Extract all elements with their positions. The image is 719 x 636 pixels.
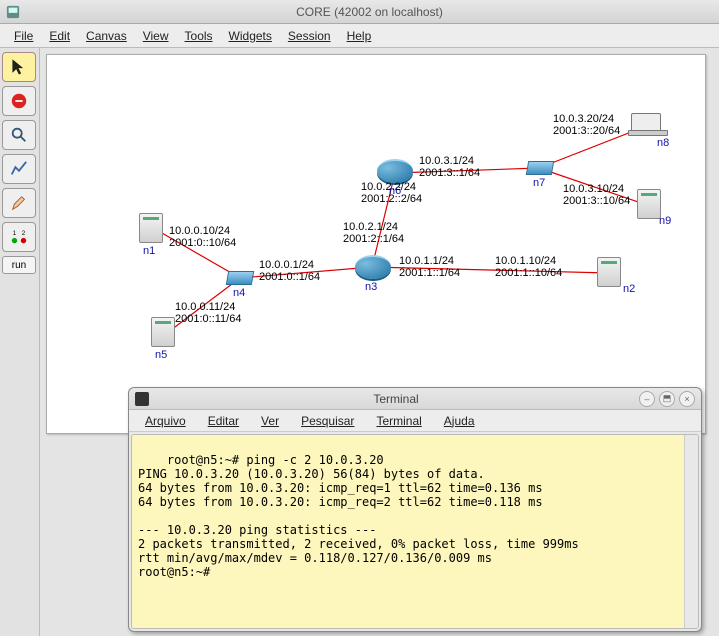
node-n9-label: n9: [659, 215, 671, 227]
node-n4-label: n4: [233, 287, 245, 299]
node-n2-label: n2: [623, 283, 635, 295]
menu-file[interactable]: File: [6, 26, 41, 46]
term-menu-terminal[interactable]: Terminal: [366, 412, 431, 430]
terminal-scrollbar[interactable]: [684, 435, 698, 628]
run-button[interactable]: run: [2, 256, 36, 274]
svg-text:2: 2: [22, 230, 26, 237]
terminal-menubar: Arquivo Editar Ver Pesquisar Terminal Aj…: [129, 410, 701, 432]
node-n8[interactable]: [631, 113, 661, 133]
plot-button[interactable]: [2, 154, 36, 184]
observer-button[interactable]: [2, 120, 36, 150]
terminal-titlebar[interactable]: Terminal – ⬒ ×: [129, 388, 701, 410]
node-n9[interactable]: [637, 189, 661, 219]
svg-text:1: 1: [13, 230, 17, 237]
two-node-button[interactable]: 1 2: [2, 222, 36, 252]
menu-session[interactable]: Session: [280, 26, 339, 46]
term-menu-ver[interactable]: Ver: [251, 412, 289, 430]
terminal-body[interactable]: root@n5:~# ping -c 2 10.0.3.20 PING 10.0…: [131, 434, 699, 629]
pencil-icon: [10, 194, 28, 212]
addr-n4-eth0: 10.0.0.1/24 2001:0::1/64: [259, 259, 320, 283]
select-tool-button[interactable]: [2, 52, 36, 82]
node-n1-label: n1: [143, 245, 155, 257]
node-n6[interactable]: [377, 159, 413, 183]
left-toolbar: 1 2 run: [0, 48, 40, 636]
term-menu-ajuda[interactable]: Ajuda: [434, 412, 485, 430]
node-n8-label: n8: [657, 137, 669, 149]
term-menu-editar[interactable]: Editar: [198, 412, 249, 430]
node-n1[interactable]: [139, 213, 163, 243]
addr-n5: 10.0.0.11/24 2001:0::11/64: [175, 301, 241, 325]
addr-n2: 10.0.1.10/24 2001:1::10/64: [495, 255, 562, 279]
minimize-button[interactable]: –: [639, 391, 655, 407]
node-n3[interactable]: [355, 255, 391, 279]
addr-n6-eth0: 10.0.3.1/24 2001:3::1/64: [419, 155, 480, 179]
maximize-button[interactable]: ⬒: [659, 391, 675, 407]
node-n7[interactable]: [526, 161, 554, 175]
menu-widgets[interactable]: Widgets: [221, 26, 280, 46]
addr-n3-eth0: 10.0.1.1/24 2001:1::1/64: [399, 255, 460, 279]
terminal-content: root@n5:~# ping -c 2 10.0.3.20 PING 10.0…: [138, 453, 579, 579]
plot-icon: [10, 160, 28, 178]
node-n3-label: n3: [365, 281, 377, 293]
terminal-icon: [135, 392, 149, 406]
window-title: CORE (42002 on localhost): [26, 5, 713, 19]
terminal-window[interactable]: Terminal – ⬒ × Arquivo Editar Ver Pesqui…: [128, 387, 702, 632]
node-n2[interactable]: [597, 257, 621, 287]
window-titlebar: CORE (42002 on localhost): [0, 0, 719, 24]
term-menu-arquivo[interactable]: Arquivo: [135, 412, 196, 430]
marker-button[interactable]: [2, 188, 36, 218]
stop-icon: [10, 92, 28, 110]
node-n7-label: n7: [533, 177, 545, 189]
addr-n8: 10.0.3.20/24 2001:3::20/64: [553, 113, 620, 137]
magnify-icon: [10, 126, 28, 144]
node-n5[interactable]: [151, 317, 175, 347]
menu-edit[interactable]: Edit: [41, 26, 78, 46]
addr-n1: 10.0.0.10/24 2001:0::10/64: [169, 225, 236, 249]
menu-tools[interactable]: Tools: [177, 26, 221, 46]
menu-view[interactable]: View: [135, 26, 177, 46]
term-menu-pesquisar[interactable]: Pesquisar: [291, 412, 364, 430]
two-node-icon: 1 2: [10, 228, 28, 246]
menu-help[interactable]: Help: [339, 26, 380, 46]
terminal-title: Terminal: [157, 392, 635, 406]
addr-n9: 10.0.3.10/24 2001:3::10/64: [563, 183, 630, 207]
close-button[interactable]: ×: [679, 391, 695, 407]
network-canvas[interactable]: n1 10.0.0.10/24 2001:0::10/64 n5 10.0.0.…: [46, 54, 706, 434]
addr-n6-eth1: 10.0.2.2/24 2001:2::2/64: [361, 181, 422, 205]
addr-n3-eth1: 10.0.2.1/24 2001:2::1/64: [343, 221, 404, 245]
menubar: File Edit Canvas View Tools Widgets Sess…: [0, 24, 719, 48]
stop-button[interactable]: [2, 86, 36, 116]
node-n4[interactable]: [226, 271, 254, 285]
menu-canvas[interactable]: Canvas: [78, 26, 135, 46]
node-n5-label: n5: [155, 349, 167, 361]
app-icon: [6, 5, 20, 19]
cursor-icon: [10, 58, 28, 76]
